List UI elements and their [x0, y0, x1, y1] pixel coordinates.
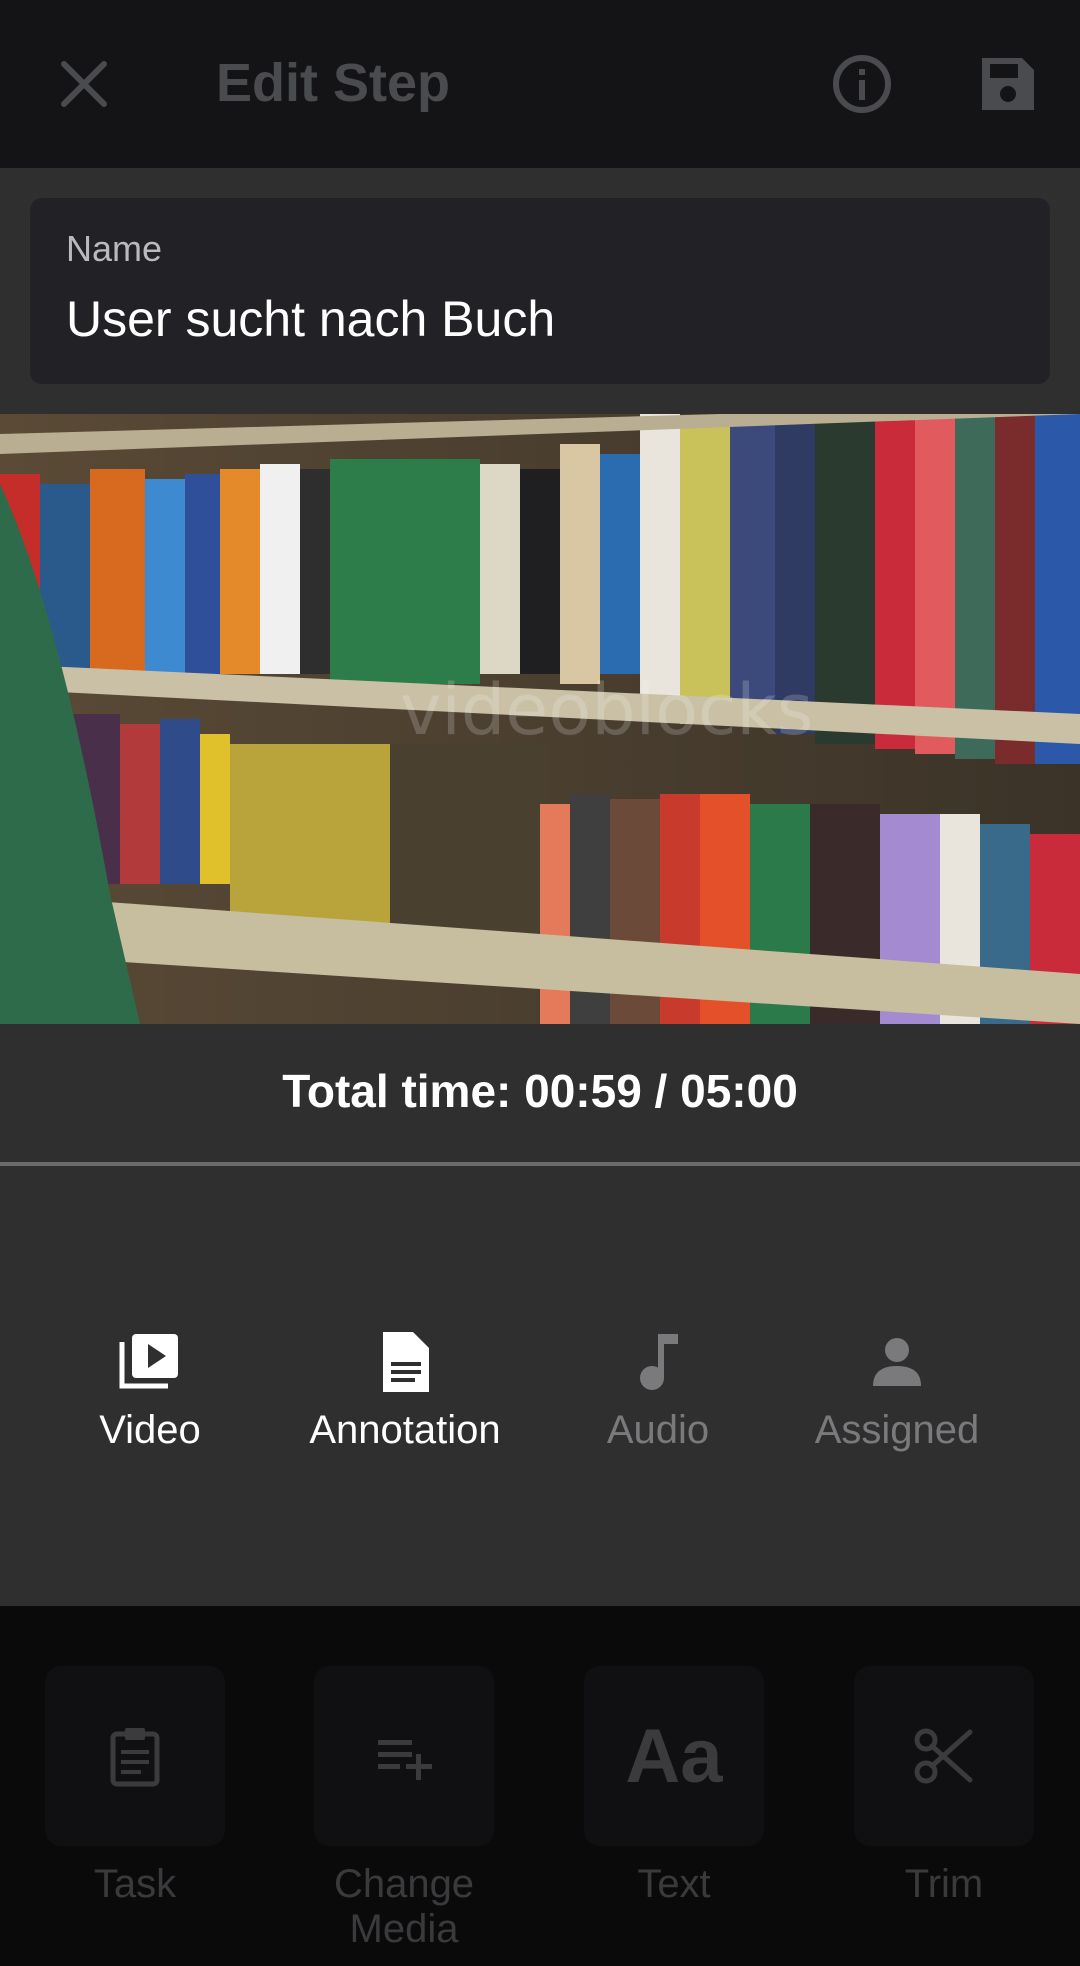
tab-assigned[interactable]: Assigned: [800, 1328, 994, 1468]
close-icon[interactable]: [56, 56, 112, 112]
person-icon: [873, 1338, 921, 1386]
save-icon[interactable]: [976, 52, 1040, 116]
scissors-icon: [914, 1728, 973, 1784]
name-field-value[interactable]: User sucht nach Buch: [66, 290, 555, 348]
name-field-label: Name: [66, 228, 163, 269]
app-bar: Edit Step: [0, 0, 1080, 168]
video-frame: videoblocks: [0, 414, 1080, 1024]
total-time: Total time: 00:59 / 05:00: [282, 1065, 798, 1117]
video-preview[interactable]: videoblocks: [0, 414, 1080, 1024]
task-label: Task: [93, 1862, 177, 1906]
tab-audio-label: Audio: [606, 1408, 710, 1452]
name-field[interactable]: Name User sucht nach Buch: [30, 198, 1050, 384]
video-watermark: videoblocks: [400, 669, 813, 751]
tab-audio[interactable]: Audio: [596, 1328, 720, 1468]
document-icon: [383, 1332, 429, 1392]
trim-button[interactable]: Trim: [814, 1666, 1074, 1907]
music-note-icon: [640, 1334, 678, 1390]
video-library-icon: [119, 1334, 178, 1389]
trim-label: Trim: [904, 1862, 984, 1906]
bottom-toolbar: Task Change Media Aa Text Trim: [0, 1606, 1080, 1966]
page-title: Edit Step: [216, 53, 451, 113]
change-media-label: Change Media: [333, 1862, 475, 1951]
tab-video[interactable]: Video: [90, 1328, 210, 1468]
info-icon[interactable]: [830, 52, 894, 116]
tab-assigned-label: Assigned: [814, 1408, 980, 1452]
tab-annotation-label: Annotation: [309, 1408, 501, 1452]
clipboard-icon: [110, 1728, 160, 1787]
tab-video-label: Video: [99, 1408, 201, 1452]
tab-annotation[interactable]: Annotation: [290, 1328, 520, 1468]
text-icon: Aa: [625, 1713, 723, 1799]
text-button[interactable]: Aa Text: [544, 1666, 804, 1907]
task-button[interactable]: Task: [5, 1666, 265, 1907]
playlist-add-icon: [378, 1740, 432, 1780]
text-label: Text: [637, 1862, 711, 1906]
change-media-button[interactable]: Change Media: [274, 1666, 534, 1952]
media-tabs: Video Annotation Audio Assigned: [0, 1166, 1080, 1606]
